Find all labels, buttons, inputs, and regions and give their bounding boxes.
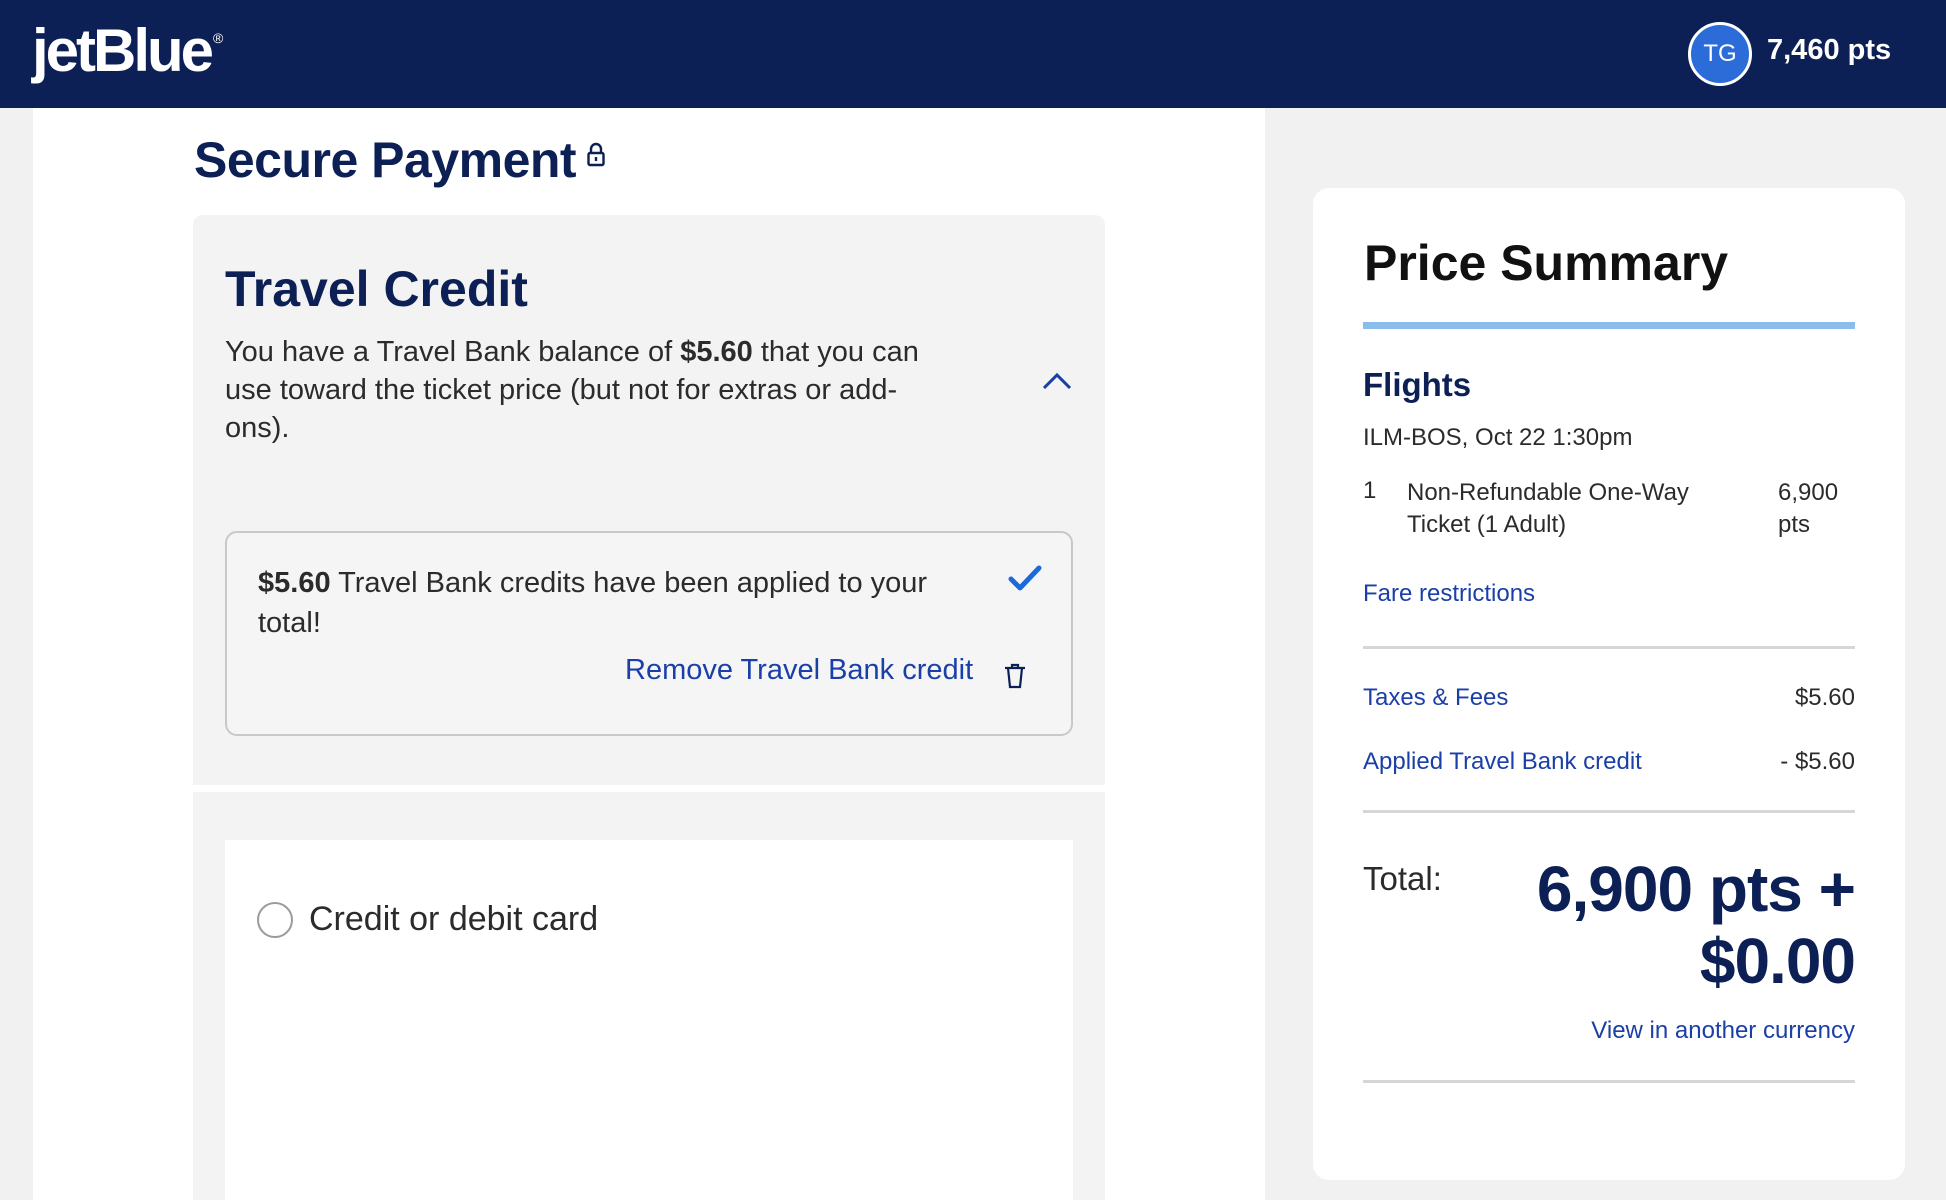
summary-divider <box>1363 646 1855 649</box>
chevron-up-icon[interactable] <box>1036 366 1078 396</box>
credit-card-radio[interactable] <box>257 902 293 938</box>
credit-card-option-label[interactable]: Credit or debit card <box>309 900 598 939</box>
user-avatar[interactable]: TG <box>1688 22 1752 86</box>
logo-text: jetBlue <box>32 17 214 84</box>
applied-credit-amount: $5.60 <box>258 567 331 599</box>
flights-heading: Flights <box>1363 366 1472 403</box>
trash-icon[interactable] <box>1003 662 1027 690</box>
ticket-quantity: 1 <box>1363 477 1377 504</box>
total-cash: $0.00 <box>1699 925 1856 997</box>
checkmark-icon <box>1008 565 1042 591</box>
top-header: jetBlue ® TG 7,460 pts <box>0 0 1946 108</box>
travel-bank-balance: $5.60 <box>680 336 753 368</box>
payment-method-card <box>225 840 1073 1200</box>
flight-route: ILM-BOS, Oct 22 1:30pm <box>1363 424 1633 451</box>
page-title: Secure Payment <box>194 132 577 188</box>
jetblue-logo[interactable]: jetBlue ® <box>32 16 224 85</box>
lock-icon <box>587 142 605 167</box>
logo-registered-mark: ® <box>213 30 224 46</box>
taxes-fees-link[interactable]: Taxes & Fees <box>1363 684 1508 712</box>
ticket-price: 6,900 pts <box>1778 479 1839 538</box>
applied-credit-value: - $5.60 <box>1780 748 1855 775</box>
taxes-fees-value: $5.60 <box>1794 684 1855 711</box>
view-currency-link[interactable]: View in another currency <box>1591 1017 1855 1045</box>
travel-credit-description: You have a Travel Bank balance of $5.60 … <box>225 336 919 444</box>
summary-accent-bar <box>1363 322 1855 329</box>
travel-credit-title: Travel Credit <box>225 261 528 317</box>
user-points-balance[interactable]: 7,460 pts <box>1767 34 1891 67</box>
remove-travel-bank-credit-link[interactable]: Remove Travel Bank credit <box>625 654 973 687</box>
total-points: 6,900 pts + <box>1536 853 1856 925</box>
price-summary-title: Price Summary <box>1364 235 1729 291</box>
ticket-description: Non-Refundable One-Way Ticket (1 Adult) <box>1407 479 1689 538</box>
applied-credit-message: $5.60 Travel Bank credits have been appl… <box>258 567 928 639</box>
summary-divider <box>1363 1080 1855 1083</box>
fare-restrictions-link[interactable]: Fare restrictions <box>1363 580 1535 608</box>
summary-divider <box>1363 810 1855 813</box>
total-label: Total: <box>1363 860 1442 897</box>
applied-credit-link[interactable]: Applied Travel Bank credit <box>1363 748 1642 776</box>
